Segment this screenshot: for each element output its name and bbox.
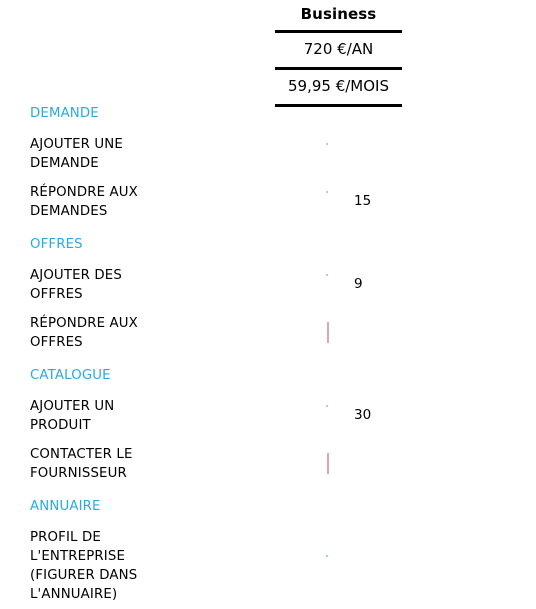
- feature-label: AJOUTER UN PRODUIT: [30, 399, 115, 433]
- feature-value-cell: [275, 323, 536, 344]
- feature-section-heading-row: DEMANDE: [0, 95, 536, 130]
- no-entry-icon: [327, 454, 348, 475]
- feature-label-cell: AJOUTER DES OFFRES: [0, 266, 275, 304]
- feature-value-cell: [275, 144, 536, 165]
- plan-title: Business: [300, 5, 377, 23]
- feature-value-cell: 30: [275, 406, 536, 427]
- feature-label-cell: DEMANDE: [0, 104, 275, 123]
- feature-quota-count: 30: [354, 407, 372, 424]
- feature-label-cell: ANNUAIRE: [0, 497, 275, 516]
- section-heading-label: ANNUAIRE: [30, 498, 101, 514]
- feature-label-cell: OFFRES: [0, 235, 275, 254]
- feature-value-cell: [275, 556, 536, 577]
- check-icon: [327, 556, 348, 577]
- check-icon: [327, 275, 348, 296]
- feature-label-cell: CONTACTER LE FOURNISSEUR: [0, 445, 275, 483]
- feature-label: RÉPONDRE AUX DEMANDES: [30, 185, 138, 219]
- feature-label: AJOUTER UNE DEMANDE: [30, 137, 123, 171]
- feature-section-heading-row: ANNUAIRE: [0, 488, 536, 523]
- feature-label: RÉPONDRE AUX OFFRES: [30, 316, 138, 350]
- check-icon: [327, 406, 348, 427]
- plan-price-yearly: 720 €/AN: [303, 40, 374, 58]
- feature-label-cell: RÉPONDRE AUX DEMANDES: [0, 183, 275, 221]
- feature-row: AJOUTER UNE DEMANDE: [0, 130, 536, 178]
- section-heading-label: DEMANDE: [30, 105, 99, 121]
- check-icon: [327, 144, 348, 165]
- feature-value-cell: [275, 454, 536, 475]
- section-heading-label: OFFRES: [30, 236, 83, 252]
- feature-value-cell: 9: [275, 275, 536, 296]
- feature-label-cell: AJOUTER UN PRODUIT: [0, 397, 275, 435]
- feature-label-cell: CATALOGUE: [0, 366, 275, 385]
- feature-value-cell: 15: [275, 192, 536, 213]
- feature-label-cell: AJOUTER UNE DEMANDE: [0, 135, 275, 173]
- feature-label-cell: RÉPONDRE AUX OFFRES: [0, 314, 275, 352]
- feature-row: AJOUTER UN PRODUIT 30: [0, 392, 536, 440]
- plan-header-block: Business 720 €/AN 59,95 €/MOIS: [275, 0, 402, 107]
- feature-label-cell: PROFIL DE L'ENTREPRISE (FIGURER DANS L'A…: [0, 528, 275, 604]
- feature-label: AJOUTER DES OFFRES: [30, 268, 122, 302]
- check-icon: [327, 192, 348, 213]
- feature-row: RÉPONDRE AUX OFFRES: [0, 309, 536, 357]
- feature-label: CONTACTER LE FOURNISSEUR: [30, 447, 133, 481]
- feature-row: RÉPONDRE AUX DEMANDES 15: [0, 178, 536, 226]
- feature-quota-count: 9: [354, 276, 363, 293]
- feature-row: PROFIL DE L'ENTREPRISE (FIGURER DANS L'A…: [0, 523, 536, 609]
- feature-section-heading-row: OFFRES: [0, 226, 536, 261]
- feature-comparison-table: DEMANDE AJOUTER UNE DEMANDE RÉPONDRE AUX D…: [0, 95, 536, 609]
- feature-label: PROFIL DE L'ENTREPRISE (FIGURER DANS L'A…: [30, 530, 138, 602]
- feature-section-heading-row: CATALOGUE: [0, 357, 536, 392]
- feature-row: AJOUTER DES OFFRES 9: [0, 261, 536, 309]
- feature-quota-count: 15: [354, 193, 372, 210]
- section-heading-label: CATALOGUE: [30, 367, 111, 383]
- no-entry-icon: [327, 323, 348, 344]
- feature-row: CONTACTER LE FOURNISSEUR: [0, 440, 536, 488]
